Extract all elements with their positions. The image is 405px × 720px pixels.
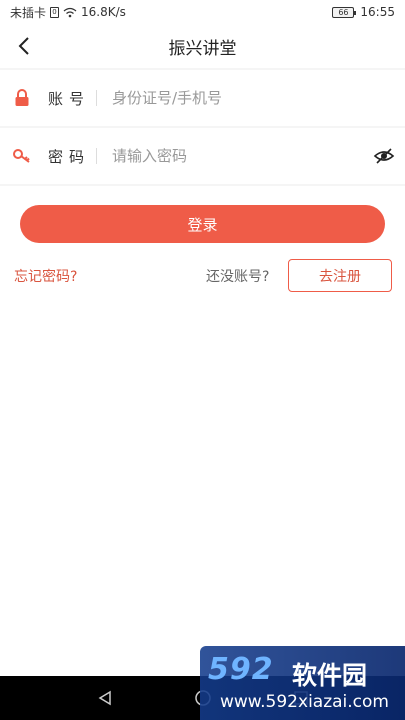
network-speed: 16.8K/s — [81, 5, 126, 19]
key-icon — [13, 149, 30, 163]
battery-icon: 66 — [332, 6, 357, 18]
header: 振兴讲堂 — [0, 24, 405, 68]
status-right: 66 16:55 — [332, 5, 395, 19]
register-button[interactable]: 去注册 — [288, 259, 392, 292]
no-account-text: 还没账号? — [206, 269, 270, 285]
login-button[interactable]: 登录 — [20, 205, 385, 243]
wifi-icon — [63, 7, 77, 17]
sim-icon: 0 — [50, 6, 60, 18]
eye-hidden-icon[interactable] — [373, 145, 395, 167]
chevron-left-icon — [18, 37, 29, 55]
status-bar: 未插卡 0 16.8K/s 66 16:55 — [0, 0, 405, 24]
account-input[interactable] — [112, 84, 362, 112]
watermark-url: www.592xiazai.com — [220, 692, 389, 712]
back-triangle-icon — [98, 690, 111, 706]
status-time: 16:55 — [360, 5, 395, 19]
password-row: 密码 — [0, 128, 405, 184]
lock-icon — [15, 89, 29, 106]
password-label: 密码 — [48, 147, 91, 166]
page-title: 振兴讲堂 — [168, 38, 237, 59]
field-divider — [96, 148, 97, 164]
nav-back-button[interactable] — [91, 684, 119, 712]
divider — [0, 184, 405, 186]
watermark-brand: 592 — [208, 652, 274, 687]
forgot-password-link[interactable]: 忘记密码? — [14, 266, 77, 286]
account-label: 账号 — [48, 89, 91, 108]
status-left: 未插卡 0 16.8K/s — [10, 4, 126, 21]
carrier-text: 未插卡 — [10, 5, 47, 20]
watermark-brand-cn: 软件园 — [292, 661, 368, 690]
account-row: 账号 — [0, 70, 405, 126]
field-divider — [96, 90, 97, 106]
back-button[interactable] — [10, 32, 38, 60]
watermark: 592 软件园 www.592xiazai.com — [200, 646, 405, 720]
password-input[interactable] — [112, 142, 362, 170]
